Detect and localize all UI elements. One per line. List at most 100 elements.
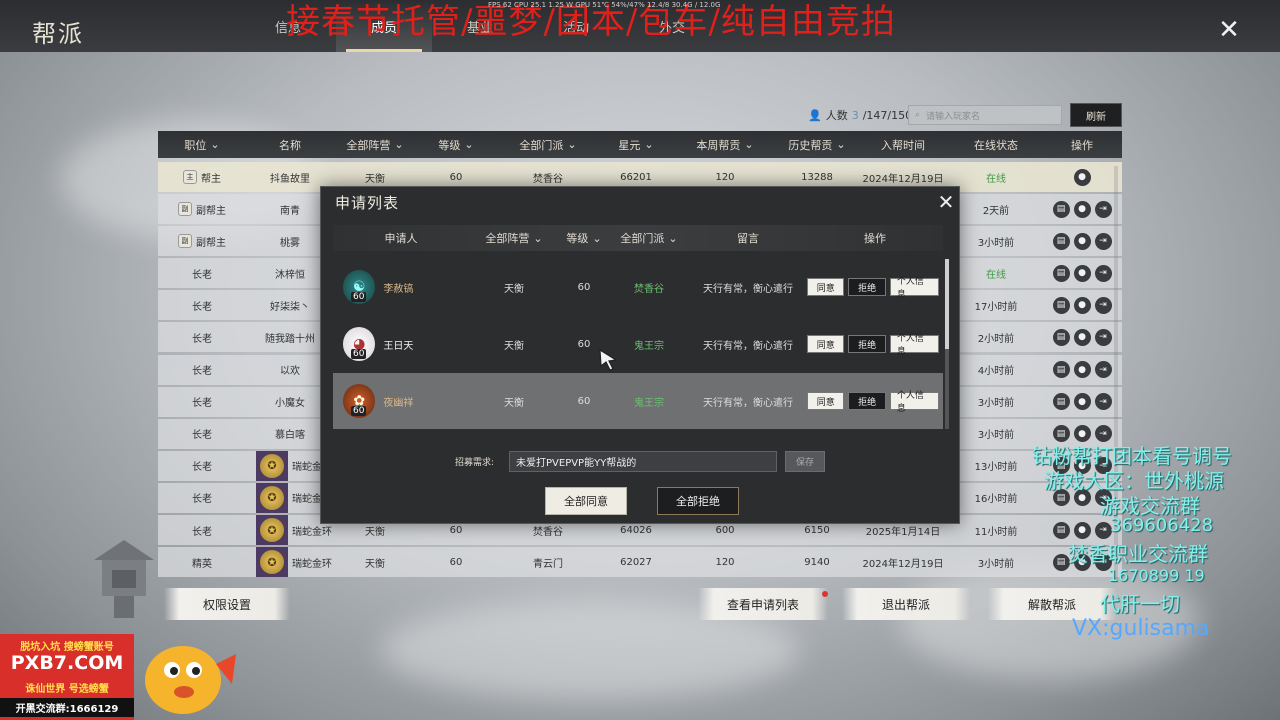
- member-online-status: 11小时前: [974, 526, 1018, 538]
- person-icon[interactable]: ●: [1073, 168, 1091, 186]
- header-camp-filter[interactable]: 全部阵营 ⌄: [469, 225, 559, 251]
- member-info-icon[interactable]: ▤: [1052, 296, 1070, 314]
- position-label: 精英: [192, 558, 212, 570]
- header-label: 操作: [1071, 138, 1093, 152]
- header-school-filter[interactable]: 全部门派 ⌄: [609, 225, 689, 251]
- kick-icon[interactable]: ⇥: [1094, 521, 1112, 539]
- reject-all-button[interactable]: 全部拒绝: [657, 487, 739, 515]
- header-position[interactable]: 职位 ⌄: [158, 131, 246, 158]
- member-info-icon[interactable]: ▤: [1052, 521, 1070, 539]
- header-school[interactable]: 全部门派 ⌄: [496, 131, 600, 158]
- agree-button[interactable]: 同意: [807, 335, 845, 353]
- close-icon[interactable]: ✕: [1212, 15, 1246, 45]
- header-message: 留言: [737, 232, 759, 245]
- applicant-row[interactable]: ☯ 60 李赦镐 天衡 60 焚香谷 天行有常，衡心遣行 同意 拒绝 个人信息: [333, 259, 943, 315]
- table-row[interactable]: 精英 ✪ 瑞蛇金环 天衡 60 青云门 62027 120 9140 2024年12月19日 3小时…: [158, 547, 1122, 578]
- member-info-icon[interactable]: ▤: [1052, 328, 1070, 346]
- avatar[interactable]: ✿ 60: [343, 384, 376, 418]
- scrollbar-thumb[interactable]: [945, 259, 949, 349]
- permissions-button[interactable]: 权限设置: [164, 588, 290, 620]
- kick-icon[interactable]: ⇥: [1094, 264, 1112, 282]
- mascot-icon: [145, 646, 236, 714]
- person-icon[interactable]: ●: [1073, 328, 1091, 346]
- chevron-down-icon: ⌄: [533, 231, 543, 245]
- member-info-icon[interactable]: ▤: [1052, 393, 1070, 411]
- member-online-status: 2天前: [982, 205, 1010, 217]
- avatar[interactable]: ✪: [256, 450, 288, 481]
- applicant-actions: 同意 拒绝 个人信息: [807, 373, 943, 429]
- member-info-icon[interactable]: ▤: [1052, 361, 1070, 379]
- member-info-icon[interactable]: ▤: [1052, 264, 1070, 282]
- agree-button[interactable]: 同意: [807, 392, 845, 410]
- header-join-time: 入帮时间: [856, 131, 950, 158]
- header-star[interactable]: 星元 ⌄: [600, 131, 672, 158]
- header-level-filter[interactable]: 等级 ⌄: [559, 225, 609, 251]
- kick-icon[interactable]: ⇥: [1094, 296, 1112, 314]
- position-badge-icon: 主: [183, 170, 197, 184]
- kick-icon[interactable]: ⇥: [1094, 361, 1112, 379]
- reject-button[interactable]: 拒绝: [848, 278, 886, 296]
- member-online-status: 3小时前: [977, 558, 1015, 570]
- person-icon[interactable]: ●: [1073, 232, 1091, 250]
- header-online-status: 在线状态: [950, 131, 1042, 158]
- applicant-camp: 天衡: [504, 397, 524, 409]
- view-applications-button[interactable]: 查看申请列表: [698, 588, 828, 620]
- header-history-contribution[interactable]: 历史帮贡 ⌄: [778, 131, 856, 158]
- kick-icon[interactable]: ⇥: [1094, 393, 1112, 411]
- position-badge-icon: 副: [178, 202, 192, 217]
- reject-button[interactable]: 拒绝: [848, 392, 886, 410]
- chevron-down-icon: ⌄: [210, 138, 220, 151]
- person-icon[interactable]: ●: [1073, 361, 1091, 379]
- avatar[interactable]: ◕ 60: [343, 327, 376, 361]
- member-info-icon[interactable]: ▤: [1052, 200, 1070, 218]
- chevron-down-icon: ⌄: [744, 138, 754, 151]
- header-camp[interactable]: 全部阵营 ⌄: [334, 131, 416, 158]
- profile-button[interactable]: 个人信息: [889, 334, 939, 357]
- person-icon[interactable]: ●: [1073, 264, 1091, 282]
- emblem-icon: ✪: [260, 518, 284, 543]
- member-level: 60: [449, 556, 463, 568]
- modal-scrollbar[interactable]: [945, 259, 949, 429]
- kick-icon[interactable]: ⇥: [1094, 232, 1112, 250]
- kick-icon[interactable]: ⇥: [1094, 200, 1112, 218]
- header-level[interactable]: 等级 ⌄: [416, 131, 496, 158]
- kick-icon[interactable]: ⇥: [1094, 328, 1112, 346]
- profile-button[interactable]: 个人信息: [889, 277, 939, 300]
- agree-button[interactable]: 同意: [807, 278, 845, 296]
- applicant-row[interactable]: ✿ 60 夜幽祥 天衡 60 鬼王宗 天行有常，衡心遣行 同意 拒绝 个人信息: [333, 373, 943, 429]
- member-info-icon[interactable]: ▤: [1052, 553, 1070, 571]
- avatar[interactable]: ☯ 60: [343, 270, 376, 304]
- header-label: 名称: [279, 138, 301, 152]
- close-icon[interactable]: ✕: [933, 189, 959, 215]
- search-placeholder: 请输入玩家名: [926, 111, 981, 122]
- member-info-icon[interactable]: ▤: [1052, 232, 1070, 250]
- header-label: 入帮时间: [881, 138, 925, 152]
- save-button[interactable]: 保存: [785, 451, 825, 472]
- person-icon[interactable]: ●: [1073, 521, 1091, 539]
- profile-button[interactable]: 个人信息: [889, 391, 939, 414]
- refresh-button[interactable]: 刷新: [1070, 103, 1122, 127]
- applicant-row[interactable]: ◕ 60 王日天 天衡 60 鬼王宗 天行有常，衡心遣行 同意 拒绝 个人信息: [333, 316, 943, 372]
- level-badge: 60: [351, 349, 367, 359]
- person-icon[interactable]: ●: [1073, 393, 1091, 411]
- agree-all-button[interactable]: 全部同意: [545, 487, 627, 515]
- header-week-contribution[interactable]: 本周帮贡 ⌄: [672, 131, 778, 158]
- person-icon[interactable]: ●: [1073, 200, 1091, 218]
- search-input[interactable]: ⌕ 请输入玩家名: [908, 105, 1062, 125]
- member-online-status: 在线: [986, 269, 1006, 281]
- applicant-school: 焚香谷: [634, 283, 664, 295]
- avatar[interactable]: ✪: [256, 482, 288, 513]
- applicant-message: 天行有常，衡心遣行: [703, 340, 793, 352]
- applicant-camp: 天衡: [504, 340, 524, 352]
- avatar[interactable]: ✪: [256, 515, 288, 546]
- member-position: 长老: [158, 451, 246, 481]
- avatar[interactable]: ✪: [256, 547, 288, 578]
- recruit-requirement-input[interactable]: 未爱打PVEPVP能YY帮战的: [509, 451, 777, 472]
- position-label: 长老: [192, 398, 212, 410]
- applicant-level: 60: [577, 281, 591, 293]
- reject-button[interactable]: 拒绝: [848, 335, 886, 353]
- person-icon[interactable]: ●: [1073, 296, 1091, 314]
- modal-title: 申请列表: [335, 194, 400, 212]
- stream-overlay-line: 1670899 19: [1108, 566, 1205, 585]
- leave-guild-button[interactable]: 退出帮派: [842, 588, 970, 620]
